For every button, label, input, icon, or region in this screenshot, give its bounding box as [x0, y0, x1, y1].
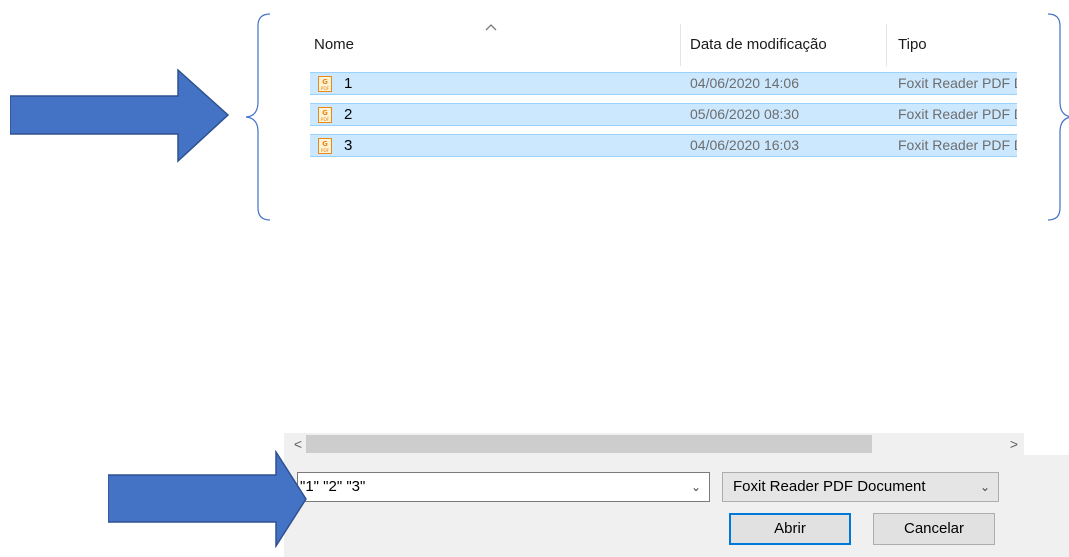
file-row[interactable]: G PDF 2 05/06/2020 08:30 Foxit Reader PD…: [310, 103, 1017, 126]
file-type-select[interactable]: Foxit Reader PDF Document ⌄: [722, 472, 999, 502]
svg-text:G: G: [322, 109, 328, 117]
filename-value: "1" "2" "3": [300, 478, 366, 495]
file-name: 1: [344, 75, 353, 92]
file-type: Foxit Reader PDF Document: [898, 106, 1017, 122]
foxit-pdf-icon: G PDF: [318, 107, 332, 123]
right-arrow-annotation: [10, 68, 230, 163]
scroll-right-icon[interactable]: >: [1004, 433, 1024, 455]
svg-text:PDF: PDF: [321, 148, 330, 154]
svg-text:PDF: PDF: [321, 117, 330, 123]
file-row[interactable]: G PDF 1 04/06/2020 14:06 Foxit Reader PD…: [310, 72, 1017, 95]
file-date: 04/06/2020 14:06: [690, 75, 799, 91]
file-date: 04/06/2020 16:03: [690, 137, 799, 153]
svg-text:PDF: PDF: [321, 86, 330, 92]
open-button[interactable]: Abrir: [729, 513, 851, 545]
file-type: Foxit Reader PDF Document: [898, 75, 1017, 91]
column-separator[interactable]: [886, 24, 887, 66]
svg-text:G: G: [322, 78, 328, 86]
left-brace-annotation: [245, 13, 271, 221]
foxit-pdf-icon: G PDF: [318, 138, 332, 154]
file-row[interactable]: G PDF 3 04/06/2020 16:03 Foxit Reader PD…: [310, 134, 1017, 157]
file-name: 2: [344, 106, 353, 123]
cancel-button[interactable]: Cancelar: [873, 513, 995, 545]
sort-ascending-icon: [485, 24, 497, 31]
column-separator[interactable]: [680, 24, 681, 66]
horizontal-scrollbar[interactable]: < >: [284, 433, 1024, 455]
column-header-type[interactable]: Tipo: [898, 24, 927, 66]
scrollbar-thumb[interactable]: [306, 435, 872, 453]
filename-input[interactable]: "1" "2" "3" ⌄: [297, 472, 710, 502]
column-header-date[interactable]: Data de modificação: [690, 24, 827, 66]
file-type: Foxit Reader PDF Document: [898, 137, 1017, 153]
column-header-name[interactable]: Nome: [314, 24, 354, 66]
chevron-down-icon[interactable]: ⌄: [691, 473, 701, 501]
right-arrow-annotation: [108, 450, 307, 548]
svg-text:G: G: [322, 140, 328, 148]
file-type-selected: Foxit Reader PDF Document: [733, 478, 926, 495]
right-brace-annotation: [1047, 13, 1069, 221]
chevron-down-icon[interactable]: ⌄: [980, 473, 990, 501]
file-date: 05/06/2020 08:30: [690, 106, 799, 122]
file-name: 3: [344, 137, 353, 154]
foxit-pdf-icon: G PDF: [318, 76, 332, 92]
